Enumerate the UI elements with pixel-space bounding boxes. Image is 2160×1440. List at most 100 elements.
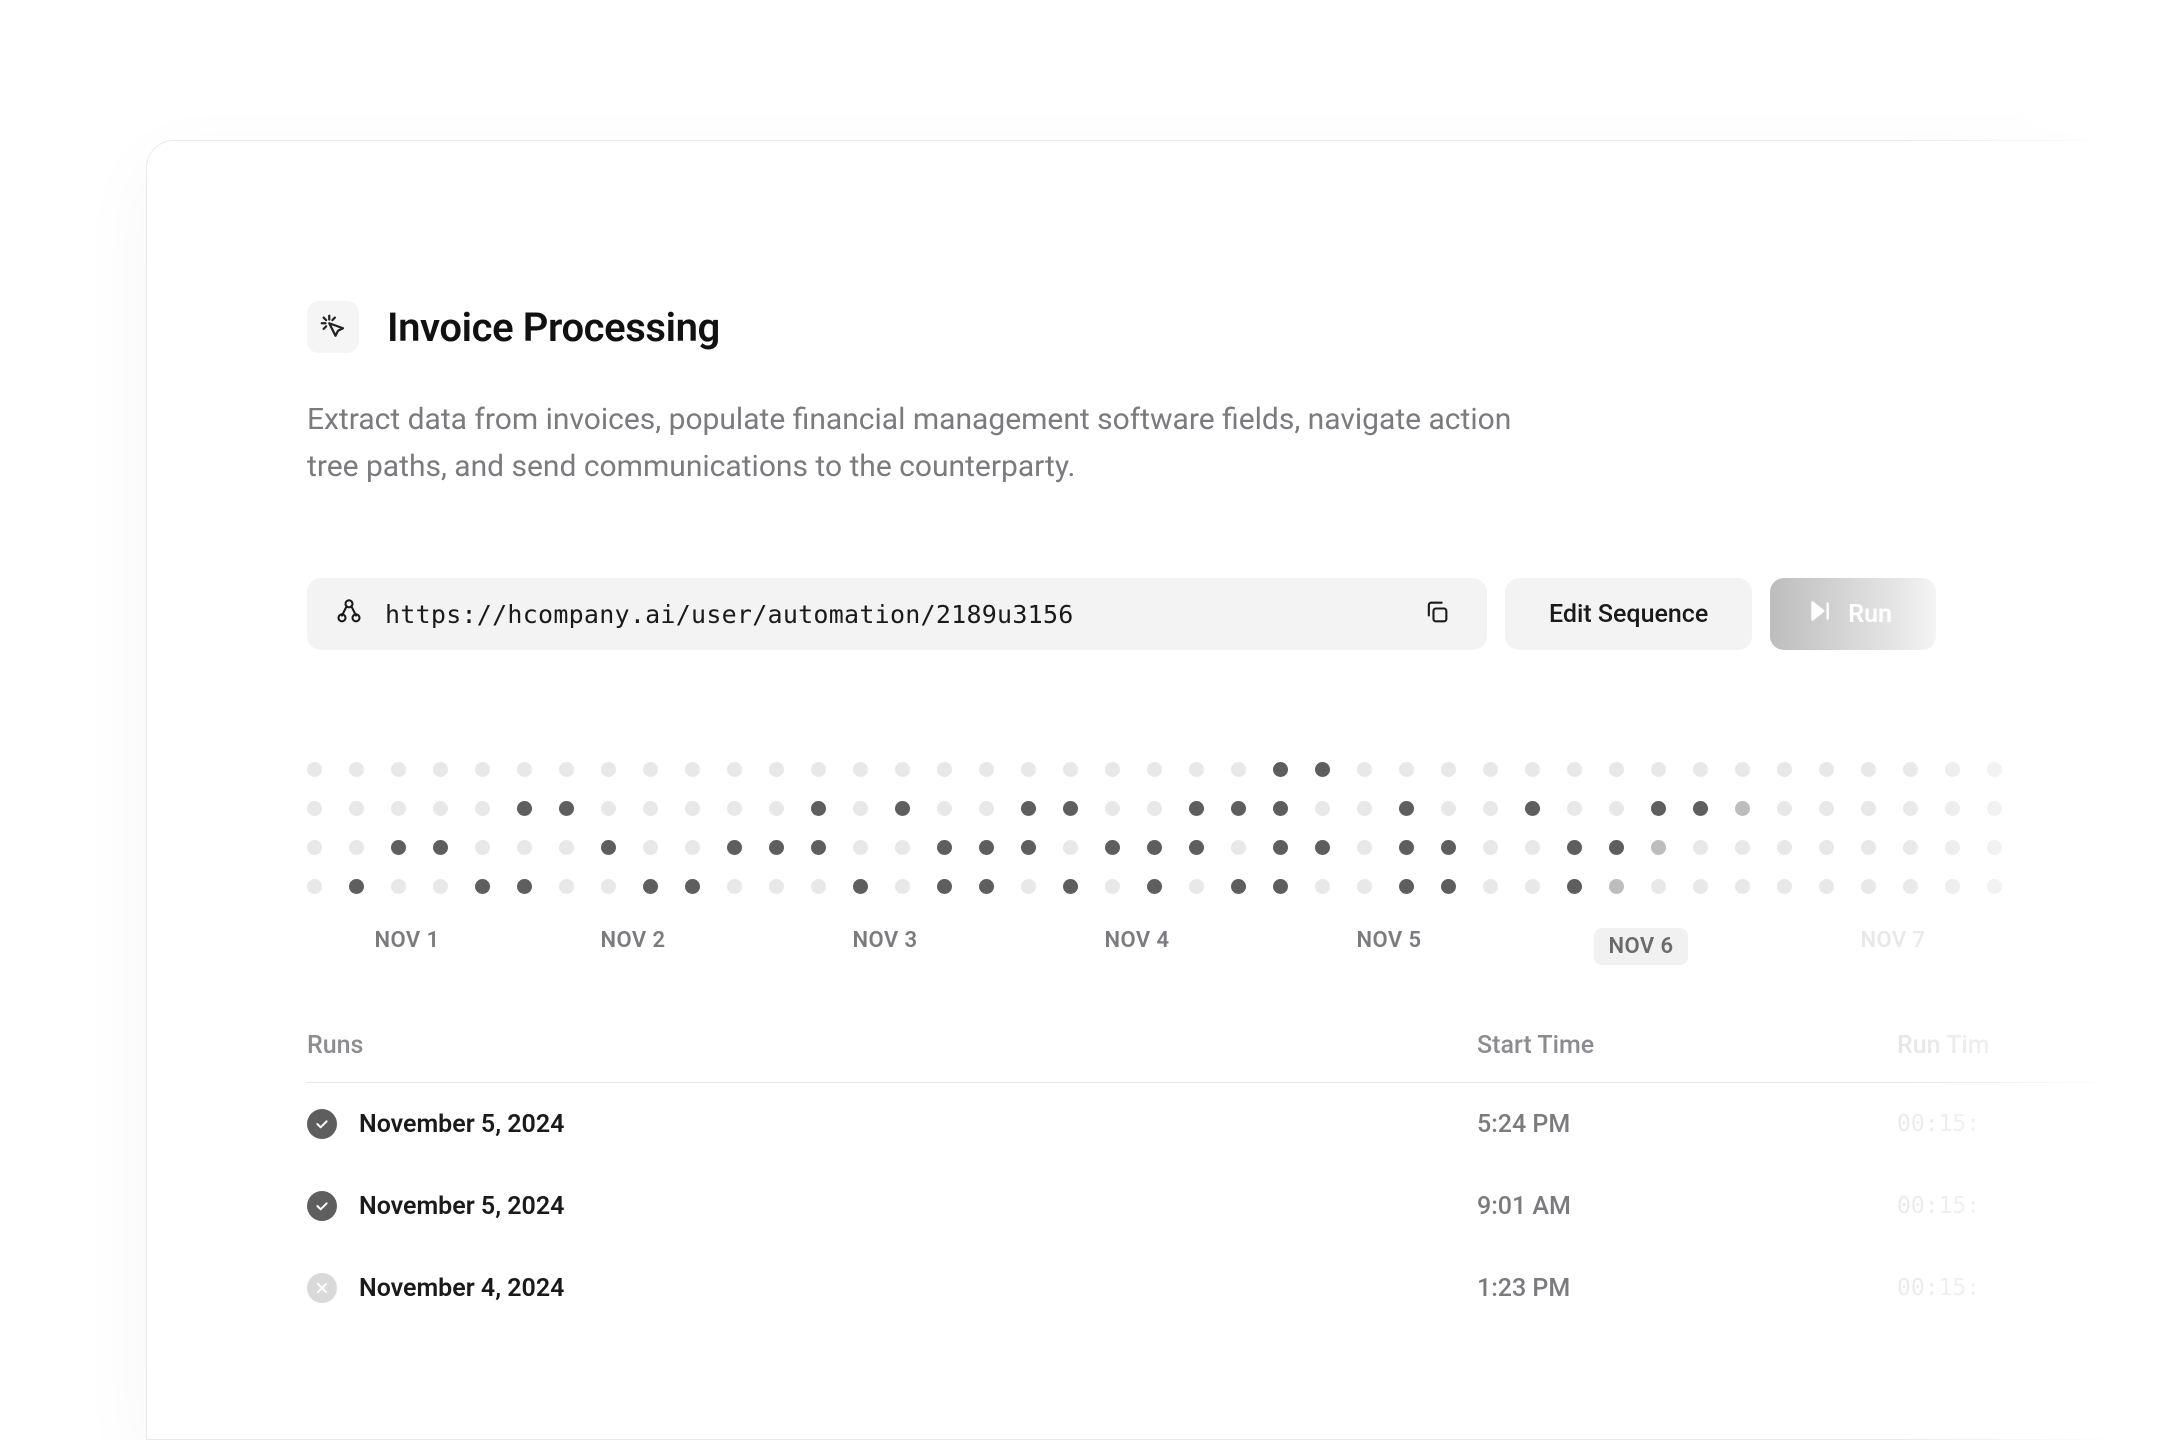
heatmap-dot bbox=[937, 879, 952, 894]
heatmap-dot bbox=[685, 762, 700, 777]
heatmap-dot bbox=[1651, 879, 1666, 894]
heatmap-dot bbox=[1945, 801, 1960, 816]
heatmap-dot bbox=[601, 840, 616, 855]
heatmap-dot bbox=[1903, 840, 1918, 855]
heatmap-dot bbox=[1273, 879, 1288, 894]
heatmap-dot bbox=[1063, 840, 1078, 855]
table-row[interactable]: November 5, 20249:01 AM00:15: bbox=[307, 1165, 2159, 1247]
heatmap-dot bbox=[559, 879, 574, 894]
heatmap-dot bbox=[895, 801, 910, 816]
heatmap-dot bbox=[559, 801, 574, 816]
heatmap-dot bbox=[685, 801, 700, 816]
webhook-icon bbox=[335, 598, 363, 630]
heatmap-dot bbox=[1189, 762, 1204, 777]
run-start-time: 1:23 PM bbox=[1477, 1274, 1897, 1303]
heatmap-dot bbox=[1483, 801, 1498, 816]
heatmap-dot bbox=[1063, 801, 1078, 816]
heatmap-dot bbox=[1189, 840, 1204, 855]
copy-icon bbox=[1423, 598, 1451, 630]
heatmap-dot bbox=[769, 801, 784, 816]
table-row[interactable]: November 5, 20245:24 PM00:15: bbox=[307, 1083, 2159, 1165]
run-date: November 5, 2024 bbox=[359, 1192, 564, 1221]
heatmap-dot bbox=[1987, 762, 2002, 777]
axis-label: NOV 4 bbox=[1104, 928, 1169, 965]
heatmap-dot bbox=[1609, 879, 1624, 894]
heatmap-dot bbox=[1063, 762, 1078, 777]
heatmap-dot bbox=[1903, 762, 1918, 777]
heatmap-dot bbox=[1819, 879, 1834, 894]
heatmap-dot bbox=[1105, 879, 1120, 894]
heatmap-dot bbox=[1525, 840, 1540, 855]
col-header-runtime: Run Tim bbox=[1897, 1031, 2159, 1060]
heatmap-dot bbox=[727, 879, 742, 894]
heatmap-dot bbox=[475, 801, 490, 816]
heatmap-dot bbox=[1777, 762, 1792, 777]
heatmap-dot bbox=[517, 801, 532, 816]
heatmap-dot bbox=[895, 762, 910, 777]
heatmap-dot bbox=[1147, 879, 1162, 894]
heatmap-dot bbox=[979, 801, 994, 816]
heatmap-dot bbox=[433, 840, 448, 855]
page-title: Invoice Processing bbox=[387, 304, 720, 351]
heatmap-dot bbox=[727, 801, 742, 816]
heatmap-dot bbox=[1231, 879, 1246, 894]
activity-heatmap bbox=[307, 762, 2159, 894]
heatmap-dot bbox=[1147, 762, 1162, 777]
heatmap-dot bbox=[1735, 840, 1750, 855]
heatmap-dot bbox=[1609, 762, 1624, 777]
heatmap-dot bbox=[1945, 762, 1960, 777]
heatmap-dot bbox=[1483, 879, 1498, 894]
heatmap-dot bbox=[1273, 762, 1288, 777]
automation-detail-card: Invoice Processing Extract data from inv… bbox=[146, 140, 2160, 1440]
heatmap-dot bbox=[1777, 879, 1792, 894]
heatmap-dot bbox=[811, 879, 826, 894]
heatmap-dot bbox=[517, 879, 532, 894]
heatmap-dot bbox=[1693, 879, 1708, 894]
heatmap-dot bbox=[937, 840, 952, 855]
heatmap-dot bbox=[1273, 840, 1288, 855]
heatmap-dot bbox=[643, 801, 658, 816]
play-icon bbox=[1806, 598, 1832, 631]
heatmap-dot bbox=[1441, 801, 1456, 816]
close-icon bbox=[307, 1273, 337, 1303]
heatmap-dot bbox=[1105, 762, 1120, 777]
edit-sequence-label: Edit Sequence bbox=[1549, 600, 1708, 629]
heatmap-dot bbox=[307, 879, 322, 894]
heatmap-dot bbox=[1357, 801, 1372, 816]
heatmap-dot bbox=[1105, 840, 1120, 855]
run-button[interactable]: Run bbox=[1770, 578, 1936, 650]
axis-label: NOV 6 bbox=[1594, 928, 1687, 965]
heatmap-dot bbox=[1441, 762, 1456, 777]
heatmap-dot bbox=[601, 762, 616, 777]
url-bar: https://hcompany.ai/user/automation/2189… bbox=[307, 578, 1487, 650]
heatmap-dot bbox=[349, 801, 364, 816]
heatmap-dot bbox=[1231, 801, 1246, 816]
heatmap-dot bbox=[853, 801, 868, 816]
heatmap-dot bbox=[1147, 840, 1162, 855]
heatmap-dot bbox=[1987, 879, 2002, 894]
heatmap-dot bbox=[685, 879, 700, 894]
copy-button[interactable] bbox=[1415, 598, 1459, 630]
heatmap-dot bbox=[1399, 762, 1414, 777]
heatmap-dot bbox=[727, 840, 742, 855]
heatmap-dot bbox=[1189, 801, 1204, 816]
heatmap-dot bbox=[895, 840, 910, 855]
heatmap-dot bbox=[769, 840, 784, 855]
edit-sequence-button[interactable]: Edit Sequence bbox=[1505, 578, 1752, 650]
heatmap-dot bbox=[1021, 762, 1036, 777]
heatmap-dot bbox=[1567, 879, 1582, 894]
table-row[interactable]: November 4, 20241:23 PM00:15: bbox=[307, 1247, 2159, 1329]
heatmap-dot bbox=[391, 801, 406, 816]
heatmap-dot bbox=[1567, 840, 1582, 855]
check-icon bbox=[307, 1109, 337, 1139]
axis-label: NOV 7 bbox=[1860, 928, 1925, 965]
heatmap-dot bbox=[1651, 762, 1666, 777]
col-header-runs: Runs bbox=[307, 1031, 1477, 1060]
heatmap-dot bbox=[1399, 840, 1414, 855]
heatmap-dot bbox=[601, 879, 616, 894]
check-icon bbox=[307, 1191, 337, 1221]
run-start-time: 9:01 AM bbox=[1477, 1192, 1897, 1221]
heatmap-dot bbox=[937, 762, 952, 777]
heatmap-dot bbox=[1861, 801, 1876, 816]
heatmap-dot bbox=[433, 801, 448, 816]
